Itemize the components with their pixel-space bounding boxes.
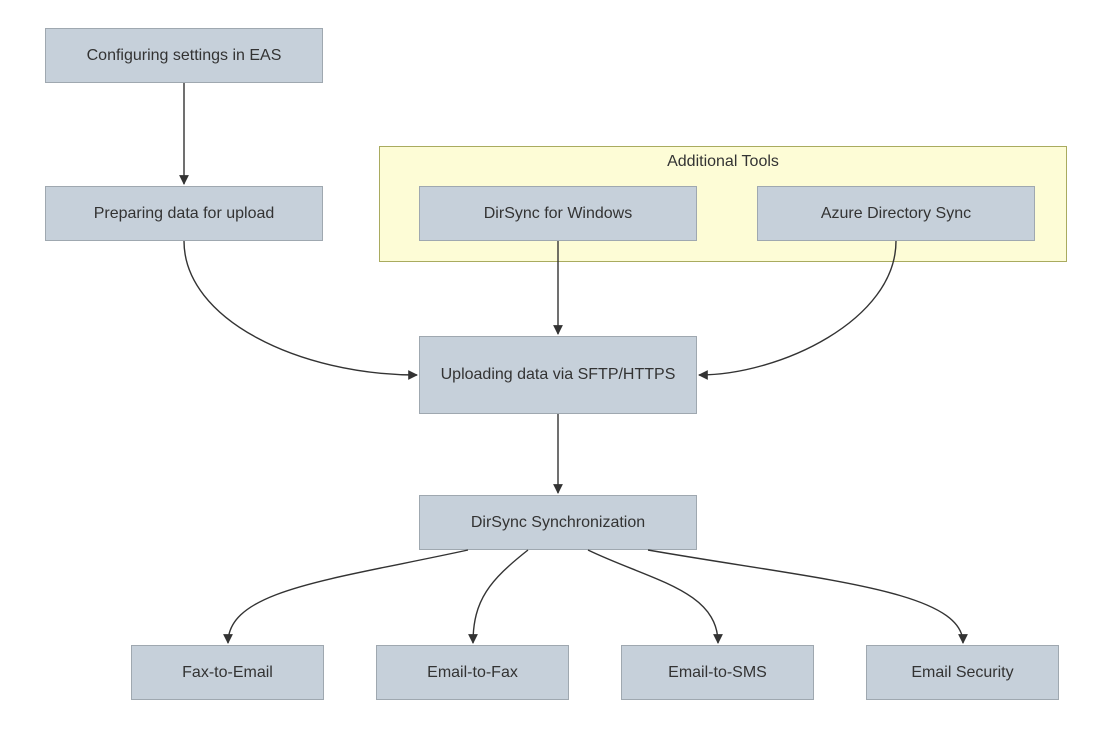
- node-label: Configuring settings in EAS: [87, 45, 282, 67]
- node-email-security: Email Security: [866, 645, 1059, 700]
- node-label: Uploading data via SFTP/HTTPS: [441, 364, 676, 386]
- edge-sync-emailfax: [473, 550, 528, 643]
- node-config: Configuring settings in EAS: [45, 28, 323, 83]
- edge-sync-emailsec: [648, 550, 963, 643]
- node-prepare: Preparing data for upload: [45, 186, 323, 241]
- node-dirsync-windows: DirSync for Windows: [419, 186, 697, 241]
- node-label: Preparing data for upload: [94, 203, 275, 225]
- node-sync: DirSync Synchronization: [419, 495, 697, 550]
- node-label: Fax-to-Email: [182, 662, 273, 684]
- node-label: Email-to-Fax: [427, 662, 518, 684]
- node-label: DirSync Synchronization: [471, 512, 645, 534]
- node-label: Email Security: [911, 662, 1013, 684]
- flowchart-canvas: Additional Tools Configuring settings in…: [0, 0, 1116, 747]
- node-email-to-fax: Email-to-Fax: [376, 645, 569, 700]
- node-label: Email-to-SMS: [668, 662, 767, 684]
- edge-sync-faxemail: [228, 550, 468, 643]
- node-fax-to-email: Fax-to-Email: [131, 645, 324, 700]
- node-azure-sync: Azure Directory Sync: [757, 186, 1035, 241]
- edge-sync-emailsms: [588, 550, 718, 643]
- node-upload: Uploading data via SFTP/HTTPS: [419, 336, 697, 414]
- node-label: Azure Directory Sync: [821, 203, 971, 225]
- group-title: Additional Tools: [380, 153, 1066, 171]
- node-email-to-sms: Email-to-SMS: [621, 645, 814, 700]
- node-label: DirSync for Windows: [484, 203, 632, 225]
